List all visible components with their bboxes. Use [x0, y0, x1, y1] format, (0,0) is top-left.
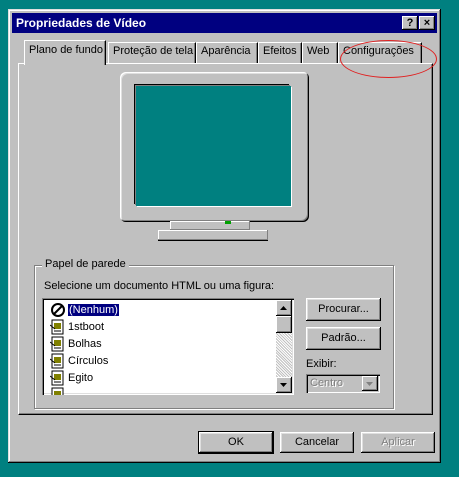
wallpaper-file-icon	[49, 353, 66, 369]
select-label: Selecione um documento HTML ou uma figur…	[44, 280, 275, 292]
apply-label: Aplicar	[381, 436, 415, 448]
display-label: Exibir:	[306, 358, 337, 370]
cancel-button[interactable]: Cancelar	[280, 432, 354, 453]
window-title: Propriedades de Vídeo	[16, 16, 147, 30]
list-item-label: Bolhas	[68, 337, 102, 350]
tab-label: Web	[307, 45, 330, 57]
display-mode-value: Centro	[310, 377, 344, 389]
list-item[interactable]: Bolhas	[49, 335, 102, 352]
list-item-partial[interactable]	[50, 386, 68, 395]
list-item[interactable]: Círculos	[49, 352, 109, 369]
ok-label: OK	[228, 436, 244, 448]
monitor-screen	[136, 86, 291, 206]
arrow-up-icon	[280, 306, 287, 310]
list-item[interactable]: 1stboot	[49, 318, 105, 335]
tab-label: Configurações	[343, 45, 414, 57]
title-bar[interactable]: Propriedades de Vídeo ? ×	[12, 13, 437, 33]
arrow-down-icon	[280, 383, 287, 387]
scroll-thumb[interactable]	[276, 316, 292, 333]
list-item-label: Egito	[68, 371, 94, 384]
none-icon	[50, 302, 66, 318]
tab-protecao-de-tela[interactable]: Proteção de tela	[108, 42, 196, 63]
help-icon: ?	[406, 17, 414, 29]
wallpaper-list[interactable]: (Nenhum) 1stboot Bolhas Círculos Egito	[42, 298, 294, 395]
tab-aparencia[interactable]: Aparência	[196, 42, 258, 63]
apply-button[interactable]: Aplicar	[361, 432, 435, 453]
tab-plano-de-fundo[interactable]: Plano de fundo	[24, 40, 106, 65]
browse-button[interactable]: Procurar...	[306, 298, 381, 321]
list-item[interactable]: Egito	[49, 369, 94, 386]
scroll-up-button[interactable]	[276, 300, 292, 316]
ok-button[interactable]: OK	[199, 432, 273, 453]
help-button[interactable]: ?	[402, 16, 418, 30]
pattern-button[interactable]: Padrão...	[306, 327, 381, 350]
tab-web[interactable]: Web	[302, 42, 338, 63]
close-icon: ×	[423, 17, 431, 29]
chevron-down-icon	[366, 382, 373, 386]
wallpaper-file-icon	[50, 387, 66, 395]
wallpaper-file-icon	[49, 370, 66, 386]
tab-label: Plano de fundo	[29, 44, 104, 56]
monitor-preview	[120, 72, 309, 222]
display-mode-select[interactable]: Centro	[306, 374, 380, 393]
monitor-stand	[170, 221, 250, 230]
list-item-label: (Nenhum)	[67, 302, 120, 317]
pattern-label: Padrão...	[321, 332, 366, 344]
tab-configuracoes[interactable]: Configurações	[338, 42, 422, 63]
dropdown-button[interactable]	[362, 376, 378, 391]
browse-label: Procurar...	[318, 303, 369, 315]
tab-label: Efeitos	[263, 45, 297, 57]
monitor-base	[158, 230, 268, 240]
wallpaper-file-icon	[49, 336, 66, 352]
list-scrollbar[interactable]	[276, 300, 292, 393]
tab-label: Aparência	[201, 45, 251, 57]
list-item-label: 1stboot	[68, 320, 105, 333]
monitor-power-led	[225, 221, 231, 224]
tab-efeitos[interactable]: Efeitos	[258, 42, 302, 63]
cancel-label: Cancelar	[294, 436, 340, 448]
wallpaper-group-label: Papel de parede	[42, 258, 129, 270]
list-item[interactable]: (Nenhum)	[50, 301, 120, 318]
list-item-label: Círculos	[68, 354, 109, 367]
scroll-down-button[interactable]	[276, 377, 292, 393]
tab-label: Proteção de tela	[113, 45, 194, 57]
wallpaper-file-icon	[49, 319, 66, 335]
close-button[interactable]: ×	[419, 16, 435, 30]
